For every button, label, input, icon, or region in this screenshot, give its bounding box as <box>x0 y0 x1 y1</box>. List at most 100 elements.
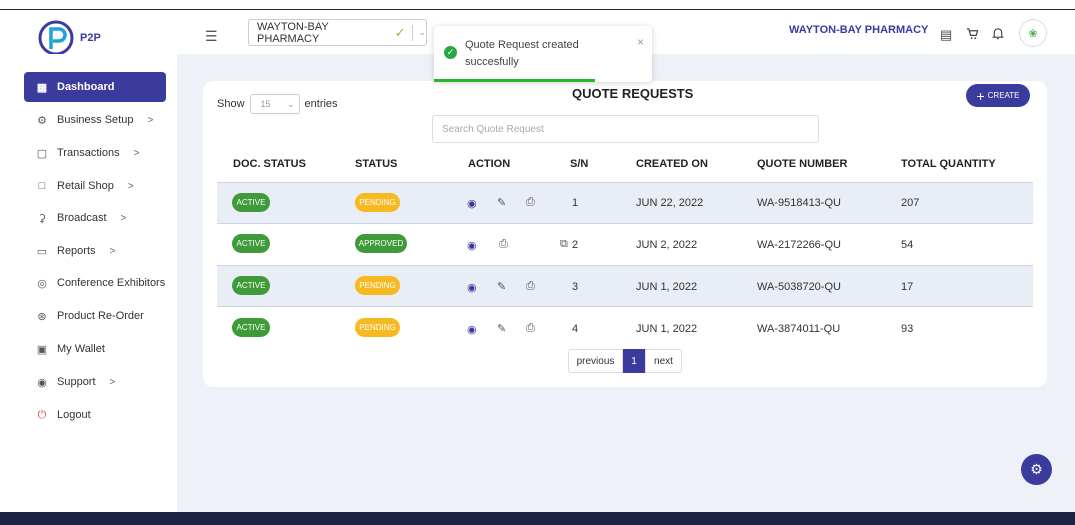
total-quantity-cell: 207 <box>901 197 920 209</box>
chevron-right-icon: > <box>147 114 154 126</box>
toast-progress-bar <box>434 79 596 82</box>
store-name: WAYTON-BAY PHARMACY <box>789 24 929 36</box>
pencil-icon[interactable]: ✎ <box>497 322 506 335</box>
sn-cell: 4 <box>572 323 579 335</box>
cart-icon: ⊛ <box>37 310 47 323</box>
entries-label: entries <box>304 98 338 110</box>
cart-icon[interactable] <box>966 27 979 43</box>
gear-icon: ⚙ <box>1030 461 1043 477</box>
toast-message: Quote Request created succesfully <box>465 39 579 68</box>
shop-icon: □ <box>38 180 46 192</box>
sidebar-item-reports[interactable]: ▭ Reports > <box>24 236 166 266</box>
pagination-previous[interactable]: previous <box>568 349 623 373</box>
print-icon[interactable]: ⎙ <box>526 322 535 335</box>
column-header-quote-number[interactable]: QUOTE NUMBER <box>757 158 847 170</box>
status-badge: PENDING <box>355 193 400 212</box>
chevron-down-icon: ⌄ <box>286 98 295 109</box>
column-header-created-on[interactable]: CREATED ON <box>636 158 708 170</box>
status-badge: PENDING <box>355 318 400 337</box>
target-icon: ◎ <box>37 277 47 290</box>
bell-icon[interactable] <box>992 27 1004 43</box>
chevron-right-icon: > <box>109 245 116 257</box>
print-icon[interactable]: ⎙ <box>526 196 535 209</box>
row-divider <box>217 182 1033 183</box>
column-header-status[interactable]: STATUS <box>355 158 397 170</box>
avatar[interactable]: ❀ <box>1019 19 1047 47</box>
doc-status-badge: ACTIVE <box>232 193 270 212</box>
sidebar-item-label: Retail Shop <box>57 180 114 192</box>
column-header-sn[interactable]: S/N <box>570 158 588 170</box>
check-icon: ✓ <box>394 24 406 40</box>
page-title: QUOTE REQUESTS <box>572 86 694 101</box>
close-icon[interactable]: × <box>637 35 644 49</box>
chevron-down-icon[interactable]: ⌄ <box>418 27 426 38</box>
settings-fab[interactable]: ⚙ <box>1021 454 1052 485</box>
doc-status-badge: ACTIVE <box>232 234 270 253</box>
sidebar-item-label: Transactions <box>57 147 120 159</box>
created-on-cell: JUN 1, 2022 <box>636 281 698 293</box>
store-select[interactable]: WAYTON-BAY PHARMACY ✓ ⌄ <box>248 19 427 46</box>
plus-icon: + <box>976 87 985 104</box>
pencil-icon[interactable]: ✎ <box>497 196 506 209</box>
sidebar-item-label: Logout <box>57 409 91 421</box>
menu-icon[interactable]: ☰ <box>205 28 218 45</box>
sidebar-item-transactions[interactable]: ▢ Transactions > <box>24 138 166 168</box>
sidebar-item-logout[interactable]: ⏻ Logout <box>24 400 166 430</box>
sidebar-item-broadcast[interactable]: ⚳ Broadcast > <box>24 203 166 233</box>
total-quantity-cell: 93 <box>901 323 914 335</box>
sidebar-item-conference-exhibitors[interactable]: ◎ Conference Exhibitors <box>24 268 166 298</box>
sidebar-item-product-re-order[interactable]: ⊛ Product Re-Order <box>24 301 166 331</box>
row-divider <box>217 265 1033 266</box>
sidebar-item-label: Support <box>57 376 96 388</box>
page-length-control: Show 15 ⌄ entries <box>217 94 338 114</box>
eye-icon[interactable]: ◉ <box>467 239 477 252</box>
quote-number-cell: WA-9518413-QU <box>757 197 841 209</box>
support-icon: ◉ <box>37 376 47 389</box>
pagination-next[interactable]: next <box>645 349 682 373</box>
created-on-cell: JUN 2, 2022 <box>636 239 698 251</box>
leaf-icon: ❀ <box>1028 27 1038 40</box>
doc-status-badge: ACTIVE <box>232 318 270 337</box>
document-icon: ▢ <box>36 147 48 160</box>
sidebar-item-my-wallet[interactable]: ▣ My Wallet <box>24 334 166 364</box>
sidebar-item-support[interactable]: ◉ Support > <box>24 367 166 397</box>
sidebar-item-label: Business Setup <box>57 114 134 126</box>
pencil-icon[interactable]: ✎ <box>497 280 506 293</box>
quote-number-cell: WA-5038720-QU <box>757 281 841 293</box>
print-icon[interactable]: ⎙ <box>499 238 508 251</box>
sidebar-item-label: Broadcast <box>57 212 107 224</box>
search-placeholder: Search Quote Request <box>442 123 544 135</box>
sidebar-item-dashboard[interactable]: ▦ Dashboard <box>24 72 166 102</box>
eye-icon[interactable]: ◉ <box>467 281 477 294</box>
select-separator <box>411 24 413 41</box>
sidebar-item-business-setup[interactable]: ⚙ Business Setup > <box>24 105 166 135</box>
page-length-select[interactable]: 15 ⌄ <box>249 94 300 114</box>
chevron-right-icon: > <box>127 180 134 192</box>
column-header-total-quantity[interactable]: TOTAL QUANTITY <box>901 158 996 170</box>
receipt-icon[interactable]: ▤ <box>940 27 952 43</box>
sn-cell: 2 <box>572 239 579 251</box>
wallet-icon: ▣ <box>36 343 48 356</box>
column-header-action[interactable]: ACTION <box>468 158 510 170</box>
sidebar-item-retail-shop[interactable]: □ Retail Shop > <box>24 171 166 201</box>
search-input[interactable]: Search Quote Request <box>432 115 819 143</box>
sn-cell: 3 <box>572 281 579 293</box>
create-button[interactable]: + CREATE <box>966 84 1030 107</box>
created-on-cell: JUN 1, 2022 <box>636 323 698 335</box>
eye-icon[interactable]: ◉ <box>467 323 477 336</box>
page-length-value: 15 <box>260 99 271 109</box>
sidebar-item-label: My Wallet <box>57 343 105 355</box>
sidebar-item-label: Reports <box>57 245 96 257</box>
eye-icon[interactable]: ◉ <box>467 197 477 210</box>
copy-icon[interactable]: ⧉ <box>560 238 568 251</box>
power-icon: ⏻ <box>37 408 47 421</box>
print-icon[interactable]: ⎙ <box>526 280 535 293</box>
sn-cell: 1 <box>572 197 579 209</box>
logo[interactable]: P2P <box>38 20 101 56</box>
quote-number-cell: WA-3874011-QU <box>757 323 841 335</box>
pagination-page-1[interactable]: 1 <box>623 349 645 373</box>
doc-status-badge: ACTIVE <box>232 276 270 295</box>
column-header-doc-status[interactable]: DOC. STATUS <box>233 158 306 170</box>
grid-icon: ▦ <box>36 81 48 94</box>
created-on-cell: JUN 22, 2022 <box>636 197 704 209</box>
